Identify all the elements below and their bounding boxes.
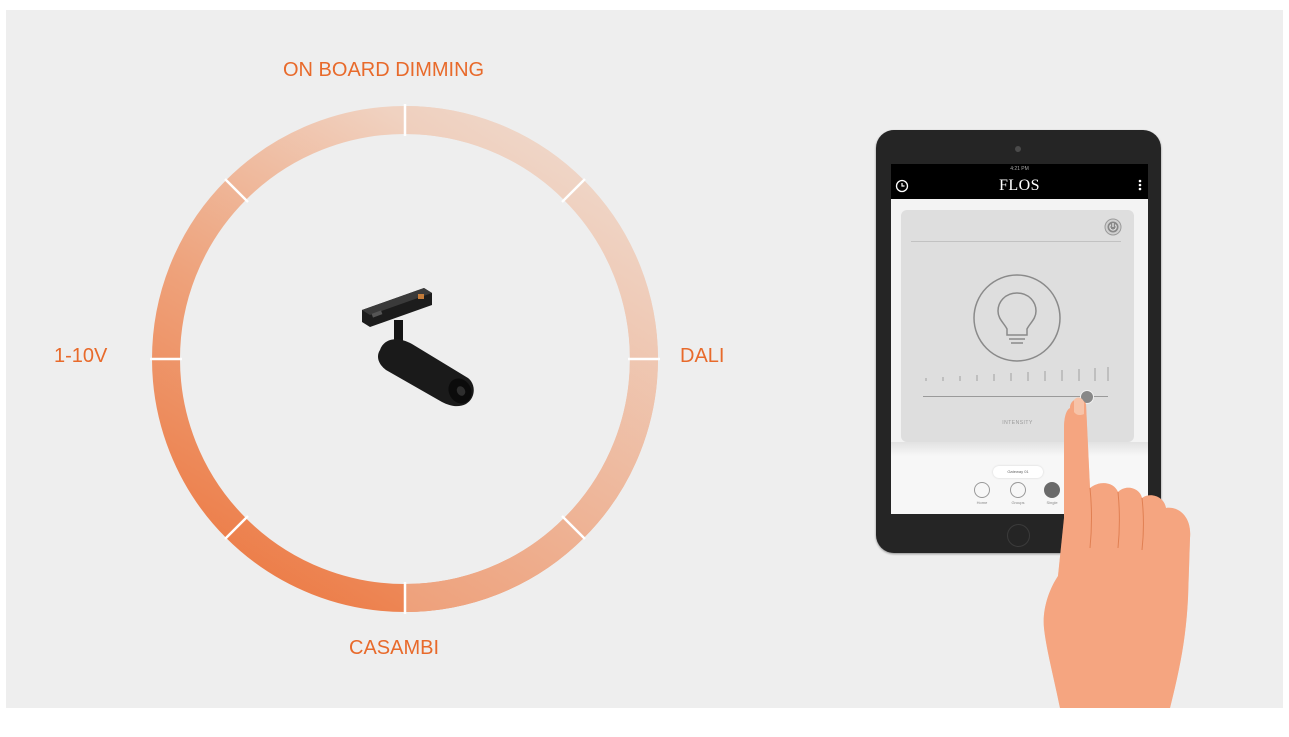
home-icon [974,482,990,498]
tablet-home-button[interactable] [1007,524,1030,547]
app-header: FLOS [891,174,1148,199]
nav-groups-label: Groups [1011,500,1025,505]
label-1-10v: 1-10V [54,345,108,367]
track-spotlight-image [362,288,474,407]
label-casambi: CASAMBI [349,637,440,659]
ring-right-half [404,106,658,612]
app-brand: FLOS [998,177,1041,194]
camera-dot [1015,146,1021,152]
groups-icon [1010,482,1026,498]
pointing-hand-image [1043,397,1191,708]
label-dali: DALI [680,345,725,367]
more-vertical-icon[interactable] [1138,178,1142,197]
label-on-board-dimming: ON BOARD DIMMING [283,59,485,81]
bulb-icon[interactable] [972,273,1062,368]
nav-groups[interactable]: Groups [1008,482,1028,505]
status-bar: 4:21 PM [891,164,1148,174]
power-icon[interactable] [1104,218,1122,241]
intensity-scale [925,367,1109,381]
card-divider [911,241,1121,242]
nav-home-label: Home [976,500,988,505]
nav-home[interactable]: Home [972,482,992,505]
status-time: 4:21 PM [1010,166,1029,172]
